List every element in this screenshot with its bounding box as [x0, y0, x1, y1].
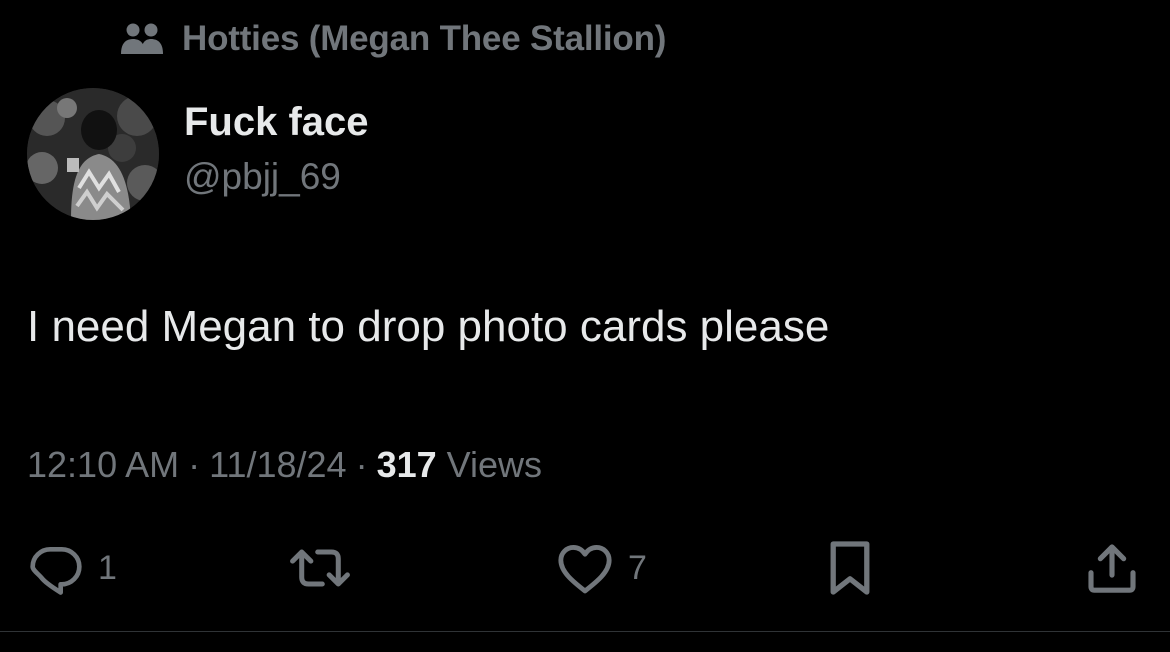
bottom-divider	[0, 631, 1170, 632]
tweet-meta: 12:10 AM · 11/18/24 · 317 Views	[27, 444, 542, 486]
like-button[interactable]: 7	[556, 538, 647, 598]
user-handle[interactable]: @pbjj_69	[184, 156, 341, 198]
meta-separator: ·	[355, 444, 368, 485]
views-label[interactable]: Views	[447, 444, 542, 486]
tweet-date[interactable]: 11/18/24	[209, 444, 346, 486]
reply-icon	[28, 540, 84, 596]
share-icon	[1084, 540, 1140, 596]
retweet-icon	[288, 540, 352, 596]
reply-button[interactable]: 1	[28, 538, 117, 598]
avatar-photo	[27, 88, 159, 220]
meta-separator: ·	[188, 444, 201, 485]
like-count: 7	[628, 548, 647, 587]
retweet-button[interactable]	[288, 538, 366, 598]
avatar[interactable]	[27, 88, 159, 220]
views-count[interactable]: 317	[377, 444, 437, 486]
tweet-time[interactable]: 12:10 AM	[27, 444, 179, 486]
bookmark-icon	[826, 538, 874, 598]
heart-icon	[556, 541, 614, 595]
share-button[interactable]	[1084, 538, 1140, 598]
tweet-text: I need Megan to drop photo cards please	[27, 302, 830, 351]
community-header[interactable]: Hotties (Megan Thee Stallion)	[120, 16, 666, 62]
community-name[interactable]: Hotties (Megan Thee Stallion)	[182, 19, 666, 59]
community-icon	[120, 21, 164, 57]
display-name[interactable]: Fuck face	[184, 100, 369, 145]
reply-count: 1	[98, 548, 117, 587]
bookmark-button[interactable]	[826, 538, 874, 598]
action-bar: 1 7	[0, 538, 1170, 598]
